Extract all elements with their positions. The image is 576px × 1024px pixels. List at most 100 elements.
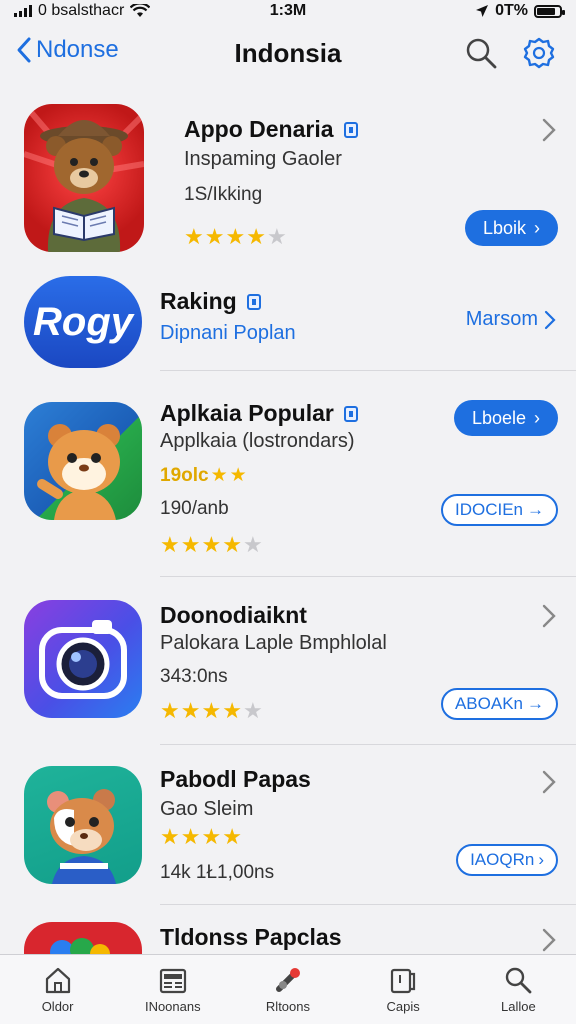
clock: 1:3M — [269, 2, 307, 19]
divider — [160, 744, 576, 745]
tab-news[interactable]: INoonans — [123, 965, 223, 1014]
tab-label: INoonans — [144, 999, 201, 1014]
more-link[interactable]: Marsom — [466, 308, 556, 331]
app-subtitle: Dipnani Poplan — [160, 322, 296, 344]
app-name: Pabodl Papas — [160, 766, 311, 793]
app-icon-fox — [24, 766, 142, 884]
app-icon-bear-reading — [24, 104, 144, 252]
bear-reading-icon — [24, 104, 144, 252]
list-item[interactable]: Tldonss Papclas — [0, 920, 576, 954]
app-name: Tldonss Papclas — [160, 924, 342, 951]
app-subtitle: Inspaming Gaoler — [184, 148, 342, 170]
star-icon: ★ — [204, 224, 225, 249]
star-icon: ★ — [222, 824, 242, 849]
tab-games[interactable]: Rltoons — [238, 965, 338, 1014]
divider — [160, 904, 576, 905]
list-item[interactable]: Aplkaia Popular Applkaia (lostrondars) 1… — [0, 398, 576, 562]
star-icon: ★ — [225, 224, 246, 249]
battery-icon — [534, 4, 565, 18]
open-button-label: IDOCIEn — [454, 500, 523, 519]
fox-icon — [47, 789, 116, 884]
app-icon-colorful — [24, 922, 142, 954]
get-button-label: Lboik — [482, 217, 526, 238]
list-item[interactable]: Rogy Raking Dipnani Poplan Marsom — [0, 276, 576, 368]
divider — [160, 370, 576, 371]
star-icon: ★ — [246, 224, 266, 249]
camera-icon — [39, 620, 127, 699]
star-icon: ★ — [222, 698, 242, 723]
get-button[interactable]: Lboik › — [464, 210, 558, 246]
chevron-right-icon[interactable] — [542, 118, 556, 142]
verified-badge-icon — [246, 293, 261, 310]
star-icon: ★ — [201, 532, 222, 557]
app-meta-rating: 19olc ★ ★ — [160, 464, 247, 487]
list-item[interactable]: Appo Denaria Inspaming Gaoler 1S/Ikking … — [0, 104, 576, 254]
app-name: Aplkaia Popular — [160, 400, 358, 427]
open-button[interactable]: IAOQRn › — [456, 844, 558, 876]
home-icon — [45, 967, 70, 994]
list-item[interactable]: Pabodl Papas Gao Sleim ★ ★ ★ ★ 14k 1Ł1,00ns… — [0, 766, 576, 890]
star-rating: ★ ★ ★ ★ ★ — [160, 700, 263, 722]
games-icon — [275, 968, 300, 992]
app-name-text: Appo Denaria — [184, 116, 334, 142]
chevron-right-icon: › — [534, 217, 540, 238]
chevron-right-icon[interactable] — [542, 770, 556, 794]
open-button-label: IAOQRn — [470, 850, 535, 869]
star-empty-icon: ★ — [242, 532, 263, 557]
app-name: Doonodiaiknt — [160, 602, 307, 629]
verified-badge-icon — [343, 121, 358, 138]
tab-search[interactable]: Lalloe — [468, 965, 568, 1014]
hamster-icon — [37, 424, 120, 520]
app-name-text: Tldonss Papclas — [160, 924, 342, 950]
star-icon: ★ — [180, 698, 201, 723]
search-icon — [506, 967, 532, 994]
open-button[interactable]: IDOCIEn → — [440, 494, 558, 526]
search-icon[interactable] — [464, 36, 498, 70]
divider — [160, 576, 576, 577]
settings-icon[interactable] — [522, 36, 556, 70]
nav-bar: Ndonse Indonsia — [0, 22, 576, 86]
app-meta: 190/anb — [160, 498, 229, 519]
verified-badge-icon — [343, 405, 358, 422]
app-name-text: Aplkaia Popular — [160, 400, 334, 426]
chevron-right-icon: › — [534, 407, 540, 428]
app-name-text: Pabodl Papas — [160, 766, 311, 792]
star-icon: ★ — [160, 532, 180, 557]
apps-icon — [391, 968, 416, 994]
chevron-right-icon[interactable] — [542, 928, 556, 952]
status-bar: 0 bsalsthacr 1:3M 0T% — [0, 0, 576, 22]
star-icon: ★ — [201, 698, 222, 723]
get-button-label: Lboele — [471, 407, 526, 428]
open-button[interactable]: ABOAKn → — [440, 688, 558, 720]
app-subtitle: Applkaia (lostrondars) — [160, 430, 355, 452]
star-icon: ★ — [180, 824, 201, 849]
app-subtitle: Gao Sleim — [160, 798, 254, 820]
list-item[interactable]: Doonodiaiknt Palokara Laple Bmphlolal 34… — [0, 598, 576, 730]
app-meta: 1S/Ikking — [184, 184, 263, 205]
tab-apps[interactable]: Capis — [353, 965, 453, 1014]
chevron-right-icon[interactable] — [542, 604, 556, 628]
star-empty-icon: ★ — [266, 224, 287, 249]
star-icon: ★ — [160, 698, 180, 723]
app-icon-logo-text: Rogy — [33, 299, 133, 344]
star-icon: ★ — [229, 465, 247, 486]
tab-label: Capis — [386, 999, 420, 1014]
star-rating: ★ ★ ★ ★ ★ — [184, 226, 287, 248]
star-icon: ★ — [210, 465, 228, 486]
star-rating: ★ ★ ★ ★ — [160, 826, 242, 848]
app-icon-rogy: Rogy — [24, 276, 142, 368]
star-icon: ★ — [184, 224, 204, 249]
tab-label: Lalloe — [500, 999, 536, 1014]
star-icon: ★ — [160, 824, 180, 849]
colorful-logo-icon — [50, 938, 110, 954]
app-name: Raking — [160, 288, 261, 315]
star-icon: ★ — [222, 532, 242, 557]
get-button[interactable]: Lboele › — [453, 400, 558, 436]
tab-home[interactable]: Oldor — [8, 965, 108, 1014]
star-icon: ★ — [201, 824, 222, 849]
app-meta-gold-text: 19olc — [160, 464, 209, 486]
star-icon: ★ — [180, 532, 201, 557]
app-name-text: Doonodiaiknt — [160, 602, 307, 628]
arrow-right-icon: → — [527, 694, 544, 713]
star-empty-icon: ★ — [242, 698, 263, 723]
